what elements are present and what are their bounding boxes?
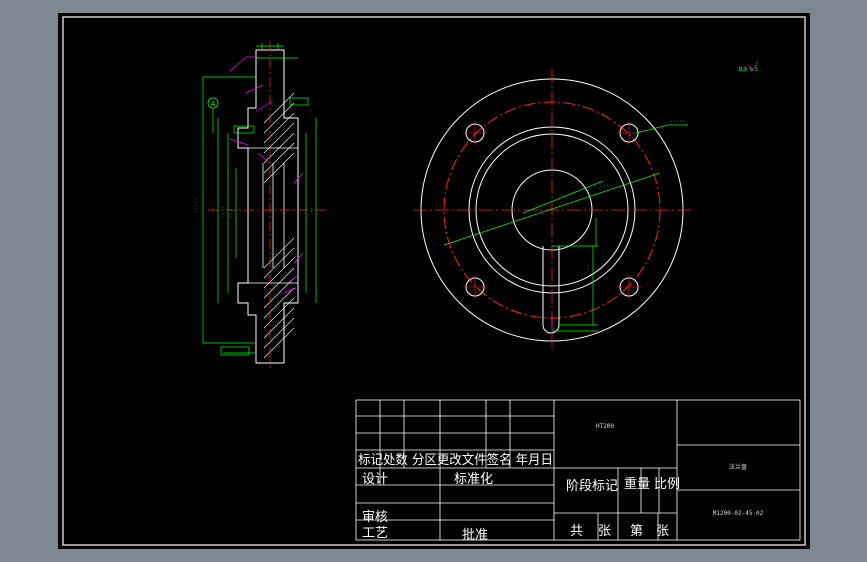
review-label: 审核 [362,510,388,525]
design-label: 设计 [362,472,388,487]
svg-text:···: ··· [229,209,235,218]
svg-text:····: ···· [221,206,227,218]
revision-header: 标记处数 分区更改文件签名 年月日 [358,452,553,468]
process-label: 工艺 [362,526,388,541]
section-view: A ····· ··· ···· ··· ··· [194,41,328,368]
leader-lines [229,56,304,294]
drawing-sheet: A ····· ··· ···· ··· ··· ···· ··· ····· … [58,13,810,549]
svg-text:A: A [211,100,216,108]
approve-label: 批准 [462,528,488,543]
total-label: 共 [570,524,583,539]
datum-a-marker: A [207,97,219,109]
svg-text:···: ··· [309,204,315,213]
weight-label: 重量 [624,476,650,492]
svg-text:·····: ····· [194,198,200,213]
drawing-number-text: M1200-02-45-02 [713,510,764,517]
svg-text:·····: ····· [670,119,685,125]
title-block-text: HT200 法兰盘 M1200-02-45-02 标记处数 分区更改文件签名 年… [358,423,764,543]
page-label: 第 [630,524,643,539]
sheet-word2-label: 张 [656,524,669,539]
hatch-pattern [263,92,295,359]
dimension-values: ····· ··· ···· ··· ··· [194,198,315,218]
material-text: HT200 [596,423,614,430]
scale-label: 比例 [654,477,680,492]
stage-mark-label: 阶段标记 [566,479,618,494]
front-view: ···· ··· ····· [413,69,693,351]
section-outline [237,49,299,364]
part-name-text: 法兰盘 [729,463,747,471]
keyway-slot [542,246,560,334]
front-dimensions [443,124,688,332]
sheet-word-label: 张 [598,524,611,539]
svg-text:···: ··· [211,204,217,213]
standardize-label: 标准化 [454,472,493,487]
roughness-note: 其余 6.3 [738,60,759,73]
section-dimensions [202,43,317,356]
svg-text:···: ··· [586,264,592,273]
cad-drawing: A ····· ··· ···· ··· ··· ···· ··· ····· … [62,16,806,546]
